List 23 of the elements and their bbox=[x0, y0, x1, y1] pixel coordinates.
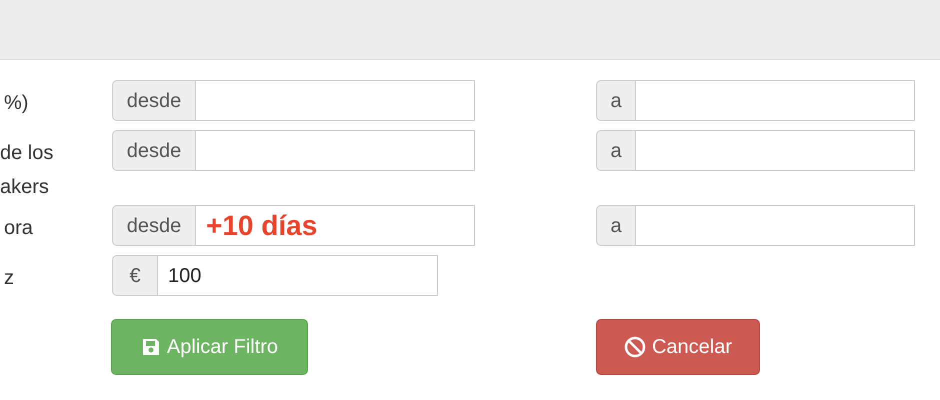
field-label: %) bbox=[3, 91, 30, 116]
input-addon: desde bbox=[112, 130, 195, 171]
prohibited-icon bbox=[624, 336, 646, 358]
input-addon: a bbox=[596, 130, 635, 171]
input-field[interactable] bbox=[635, 130, 915, 171]
input-field[interactable]: 100 bbox=[157, 255, 438, 296]
input-addon: desde bbox=[112, 80, 195, 121]
field-label: de los bbox=[0, 141, 54, 166]
save-button[interactable]: Aplicar Filtro bbox=[111, 319, 308, 375]
field-label: akers bbox=[0, 175, 50, 200]
field-label: ora bbox=[3, 216, 34, 241]
annotation-text: +10 días bbox=[206, 208, 318, 242]
input-addon: desde bbox=[112, 205, 195, 246]
input-field[interactable] bbox=[635, 80, 915, 121]
input-field[interactable]: +10 días bbox=[195, 205, 475, 246]
cancel-button[interactable]: Cancelar bbox=[596, 319, 760, 375]
input-addon: a bbox=[596, 205, 635, 246]
input-field[interactable] bbox=[635, 205, 915, 246]
field-label: z bbox=[3, 266, 15, 291]
input-addon: € bbox=[112, 255, 157, 296]
input-field[interactable] bbox=[195, 80, 475, 121]
input-field[interactable] bbox=[195, 130, 475, 171]
input-addon: a bbox=[596, 80, 635, 121]
